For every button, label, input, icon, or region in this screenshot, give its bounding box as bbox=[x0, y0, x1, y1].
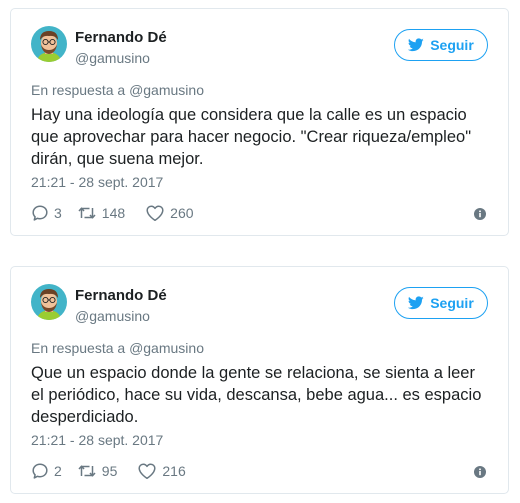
info-icon[interactable] bbox=[474, 207, 486, 220]
avatar[interactable] bbox=[31, 284, 67, 320]
tweet-timestamp[interactable]: 21:21 - 28 sept. 2017 bbox=[31, 174, 163, 190]
retweet-icon bbox=[77, 204, 97, 222]
reply-icon bbox=[31, 462, 49, 480]
tweet-card: Fernando Dé @gamusino Seguir En respuest… bbox=[10, 8, 509, 236]
tweet-actions: 3 148 260 bbox=[31, 202, 194, 224]
avatar[interactable] bbox=[31, 26, 67, 62]
follow-button[interactable]: Seguir bbox=[394, 287, 488, 319]
tweet-text: Que un espacio donde la gente se relacio… bbox=[31, 364, 482, 426]
follow-label: Seguir bbox=[430, 295, 474, 311]
follow-label: Seguir bbox=[430, 37, 474, 53]
author-handle[interactable]: @gamusino bbox=[75, 308, 150, 324]
follow-button[interactable]: Seguir bbox=[394, 29, 488, 61]
like-action[interactable]: 216 bbox=[137, 462, 186, 480]
heart-icon bbox=[137, 462, 157, 480]
retweet-action[interactable]: 148 bbox=[77, 204, 125, 222]
tweet-timestamp[interactable]: 21:21 - 28 sept. 2017 bbox=[31, 432, 163, 448]
heart-icon bbox=[145, 204, 165, 222]
reply-context: En respuesta a @gamusino bbox=[31, 82, 204, 98]
reply-to-link[interactable]: @gamusino bbox=[129, 82, 204, 98]
like-action[interactable]: 260 bbox=[145, 204, 194, 222]
author-handle[interactable]: @gamusino bbox=[75, 50, 150, 66]
tweet-card: Fernando Dé @gamusino Seguir En respuest… bbox=[10, 266, 509, 494]
like-count: 216 bbox=[162, 463, 186, 479]
tweet-text: Hay una ideología que considera que la c… bbox=[31, 106, 472, 168]
retweet-action[interactable]: 95 bbox=[77, 462, 118, 480]
reply-context-prefix: En respuesta a bbox=[31, 340, 130, 356]
reply-count: 3 bbox=[54, 205, 62, 221]
reply-context: En respuesta a @gamusino bbox=[31, 340, 204, 356]
reply-context-prefix: En respuesta a bbox=[31, 82, 130, 98]
twitter-bird-icon bbox=[408, 38, 424, 52]
reply-action[interactable]: 3 bbox=[31, 204, 62, 222]
tweet-actions: 2 95 216 bbox=[31, 460, 186, 482]
retweet-icon bbox=[77, 462, 97, 480]
retweet-count: 95 bbox=[101, 463, 118, 479]
twitter-bird-icon bbox=[408, 296, 424, 310]
reply-to-link[interactable]: @gamusino bbox=[129, 340, 204, 356]
author-name[interactable]: Fernando Dé bbox=[75, 29, 167, 46]
retweet-count: 148 bbox=[101, 205, 126, 221]
like-count: 260 bbox=[170, 205, 194, 221]
reply-count: 2 bbox=[54, 463, 62, 479]
reply-icon bbox=[31, 204, 49, 222]
reply-action[interactable]: 2 bbox=[31, 462, 62, 480]
author-name[interactable]: Fernando Dé bbox=[75, 287, 167, 304]
info-icon[interactable] bbox=[474, 465, 486, 478]
